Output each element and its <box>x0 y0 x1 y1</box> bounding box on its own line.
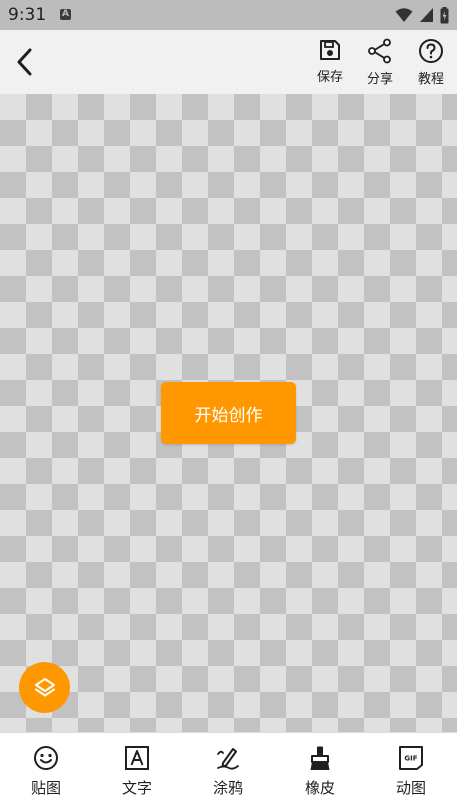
doodle-pen-icon <box>217 748 239 770</box>
layers-icon <box>34 677 55 696</box>
tutorial-button[interactable]: 教程 <box>411 38 451 87</box>
eraser-tool[interactable]: 橡皮 <box>290 745 350 798</box>
transparent-canvas[interactable]: 开始创作 <box>0 94 457 732</box>
share-icon <box>368 38 391 64</box>
text-label: 文字 <box>121 779 152 797</box>
sticker-smile-icon <box>34 746 58 770</box>
gif-tool[interactable]: GIF 动图 <box>381 745 441 798</box>
chevron-left-icon <box>17 48 32 76</box>
status-bar: 9:31 A <box>0 0 457 30</box>
text-icon <box>125 746 149 770</box>
gif-label: 动图 <box>395 779 426 797</box>
share-button[interactable]: 分享 <box>360 38 400 87</box>
svg-text:GIF: GIF <box>404 755 417 763</box>
eraser-label: 橡皮 <box>304 779 335 797</box>
signal-icon <box>420 8 433 22</box>
bottom-toolbar: 贴图 文字 涂鸦 橡皮 GIF 动图 <box>0 732 457 812</box>
save-button[interactable]: 保存 <box>310 38 350 85</box>
doodle-label: 涂鸦 <box>212 779 243 797</box>
text-tool[interactable]: 文字 <box>107 745 167 798</box>
share-label: 分享 <box>366 72 393 87</box>
doodle-tool[interactable]: 涂鸦 <box>198 745 258 798</box>
status-time: 9:31 <box>8 5 47 25</box>
battery-icon <box>440 6 449 23</box>
top-toolbar: 保存 分享 教程 <box>0 30 457 94</box>
tutorial-label: 教程 <box>417 72 444 87</box>
layers-button[interactable] <box>19 662 70 713</box>
sticker-label: 贴图 <box>30 779 61 797</box>
save-icon <box>320 40 340 60</box>
status-icons <box>395 6 449 24</box>
notification-a-icon: A <box>60 9 71 20</box>
eraser-brush-icon <box>310 746 330 770</box>
save-label: 保存 <box>316 70 343 85</box>
gif-icon: GIF <box>399 746 423 770</box>
start-creating-button[interactable]: 开始创作 <box>161 382 296 444</box>
sticker-tool[interactable]: 贴图 <box>16 745 76 798</box>
back-button[interactable] <box>8 44 40 80</box>
help-icon <box>419 39 443 63</box>
wifi-icon <box>395 8 413 22</box>
